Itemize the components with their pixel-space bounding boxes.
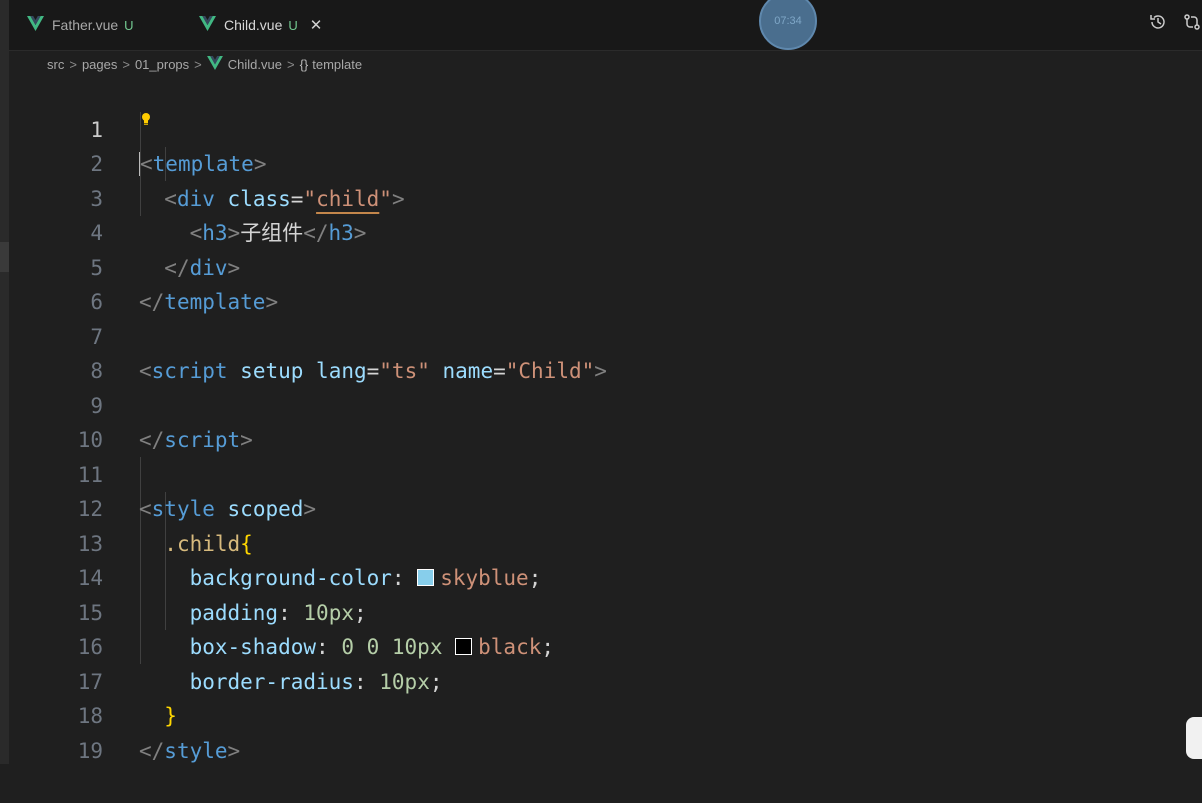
code-line: 19 (9, 699, 1202, 763)
code-line: 14 padding: 10px; (9, 527, 1202, 625)
code-line: 8 (9, 320, 1202, 383)
activity-strip (0, 0, 9, 764)
close-icon[interactable]: ✕ (310, 16, 323, 34)
code-line: 1 <template> (9, 78, 1202, 176)
breadcrumb-item-template[interactable]: template (312, 57, 362, 72)
code-line: 18 </style> (9, 665, 1202, 763)
breadcrumb-separator: > (122, 56, 130, 72)
breadcrumb-separator: > (286, 56, 295, 72)
floating-widget[interactable] (1186, 717, 1202, 759)
code-line: 15 box-shadow: 0 0 10px black; (9, 561, 1202, 660)
editor-actions (1148, 12, 1202, 37)
tab-label: Child.vue (224, 17, 283, 33)
code-line: 17 } (9, 630, 1202, 729)
code-line: 13 background-color: skyblue; (9, 492, 1202, 591)
tab-father-vue[interactable]: Father.vue U (27, 0, 134, 50)
code-line: 11 <style scoped> (9, 423, 1202, 522)
scroll-marker (0, 242, 9, 272)
code-line: 3 <h3>子组件</h3> (9, 147, 1202, 246)
code-line: 9 </script> (9, 354, 1202, 453)
code-line: 2 <div class="child"> (9, 113, 1202, 211)
breadcrumb-item-pages[interactable]: pages (82, 57, 117, 72)
code-line: 12 .child{ (9, 458, 1202, 556)
breadcrumb: src > pages > 01_props > Child.vue > {} … (47, 53, 362, 75)
code-line: 4 </div> (9, 182, 1202, 280)
vue-logo-icon (27, 16, 44, 34)
compare-changes-icon[interactable] (1182, 12, 1202, 37)
code-editor[interactable]: 1 <template> 2 <div class="child"> 3 <h3… (9, 78, 1202, 764)
vue-logo-icon (199, 16, 216, 34)
editor-tab-bar: Father.vue U Child.vue U ✕ (9, 0, 1202, 51)
tab-label: Father.vue (52, 17, 119, 33)
untracked-badge: U (124, 17, 134, 33)
code-line: 10 (9, 389, 1202, 452)
breadcrumb-separator: > (194, 56, 202, 72)
code-line: 6 (9, 251, 1202, 314)
breadcrumb-item-src[interactable]: src (47, 57, 64, 72)
breadcrumb-separator: > (69, 56, 77, 72)
breadcrumb-item-child-vue[interactable]: Child.vue (228, 57, 282, 72)
tab-child-vue[interactable]: Child.vue U ✕ (199, 0, 322, 50)
code-line: 7 <script setup lang="ts" name="Child"> (9, 285, 1202, 384)
history-icon[interactable] (1148, 12, 1168, 37)
vue-logo-icon (206, 55, 223, 73)
code-line: 16 border-radius: 10px; (9, 596, 1202, 694)
code-line: 5 </template> (9, 216, 1202, 315)
line-number: 19 (77, 738, 103, 763)
braces-icon: {} (299, 56, 309, 72)
untracked-badge: U (288, 17, 298, 33)
breadcrumb-item-01-props[interactable]: 01_props (135, 57, 189, 72)
